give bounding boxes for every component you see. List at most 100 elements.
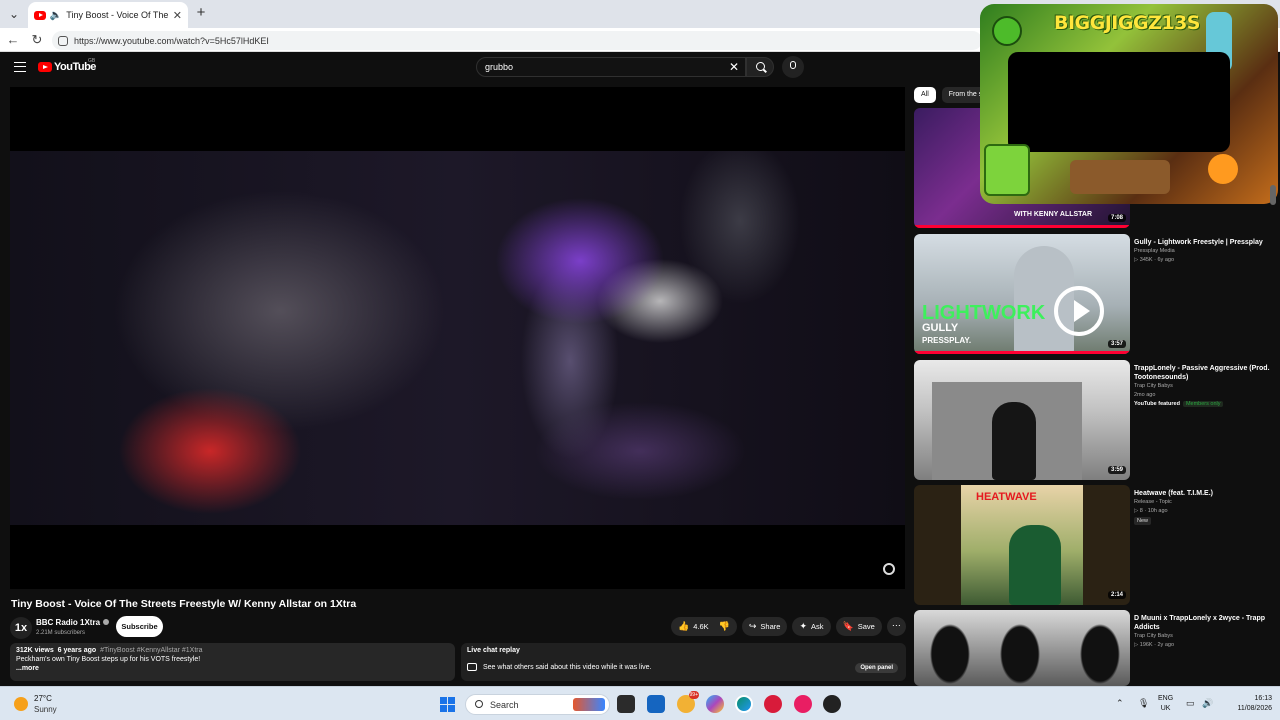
input-language[interactable]: ENG UK: [1158, 694, 1173, 714]
recommendation-title[interactable]: D Muuni x TrappLonely x 2wyce - Trapp Ad…: [1134, 614, 1274, 632]
speaker-icon[interactable]: 🔈: [50, 10, 62, 21]
open-panel-button[interactable]: Open panel: [855, 663, 898, 673]
address-bar[interactable]: https://www.youtube.com/watch?v=5Hc57lHd…: [52, 31, 982, 50]
thumbnail-artist: GULLY: [922, 322, 959, 334]
clear-search-icon[interactable]: ✕: [729, 60, 739, 74]
subscriber-count: 2.21M subscribers: [36, 630, 86, 636]
hashtags[interactable]: #TinyBoost #KennyAllstar #1Xtra: [100, 647, 202, 654]
copilot-icon[interactable]: [706, 695, 724, 713]
save-button[interactable]: 🔖 Save: [835, 617, 882, 636]
volume-icon[interactable]: 🔊: [1202, 698, 1213, 709]
upload-age: 6 years ago: [57, 647, 97, 654]
share-button[interactable]: ↪ Share: [741, 617, 788, 636]
recommendation-title[interactable]: Heatwave (feat. T.I.M.E.): [1134, 489, 1274, 498]
channel-watermark-icon: [883, 563, 895, 575]
thumbs-down-icon[interactable]: 👎: [719, 621, 730, 632]
video-thumbnail[interactable]: HEATWAVE 2:14: [914, 485, 1130, 605]
recommendation-title[interactable]: TrappLonely - Passive Aggressive (Prod. …: [1134, 364, 1274, 382]
live-chat-text-row: See what others said about this video wh…: [467, 663, 651, 671]
channel-name-wrap[interactable]: BBC Radio 1Xtra: [36, 618, 110, 627]
network-icon[interactable]: ▭: [1186, 698, 1195, 709]
search-box: ✕: [476, 57, 746, 77]
hamburger-menu-icon[interactable]: [14, 62, 26, 72]
recommendation-item[interactable]: LIGHTWORK GULLY PRESSPLAY. 3:57 Gully - …: [914, 234, 1274, 354]
description-more-link[interactable]: ...more: [16, 665, 449, 672]
play-circle-icon: [1054, 286, 1104, 336]
channel-avatar[interactable]: 1x: [10, 617, 32, 639]
browser-tab[interactable]: 🔈 Tiny Boost - Voice Of The Stre ✕: [28, 2, 188, 28]
audio-app-icon[interactable]: [794, 695, 812, 713]
pumpkin-icon: [1208, 154, 1238, 184]
subscribe-button[interactable]: Subscribe: [116, 616, 163, 637]
more-actions-icon[interactable]: ⋯: [886, 617, 906, 636]
edge-browser-icon[interactable]: [735, 695, 753, 713]
site-info-icon[interactable]: [58, 35, 68, 46]
search-input[interactable]: [485, 62, 715, 72]
live-chat-text: See what others said about this video wh…: [483, 663, 652, 671]
share-icon: ↪: [748, 621, 757, 631]
obs-app-icon[interactable]: [823, 695, 841, 713]
reload-icon[interactable]: ↻: [28, 31, 46, 49]
close-tab-icon[interactable]: ✕: [173, 9, 182, 22]
video-thumbnail[interactable]: LIGHTWORK GULLY PRESSPLAY. 3:57: [914, 234, 1130, 354]
video-player[interactable]: [10, 87, 905, 589]
taskbar-search[interactable]: Search: [465, 694, 610, 715]
clock-date: 11/08/2026: [1237, 705, 1272, 712]
new-tab-plus-icon[interactable]: +: [192, 4, 210, 22]
recommendation-title[interactable]: Gully - Lightwork Freestyle | Pressplay: [1134, 238, 1274, 247]
recommendation-badges: YouTube featured Members only: [1134, 401, 1224, 407]
recommendation-channel[interactable]: Pressplay Media: [1134, 248, 1175, 254]
page-scrollbar[interactable]: [1270, 185, 1276, 205]
task-view-icon[interactable]: [617, 695, 635, 713]
ask-label: Ask: [810, 622, 824, 631]
chip-all[interactable]: All: [914, 87, 936, 103]
tab-list-chevron-icon[interactable]: ⌄: [4, 4, 24, 24]
tray-chevron-up-icon[interactable]: ⌃: [1116, 698, 1124, 709]
weather-temperature[interactable]: 27°C: [34, 694, 52, 703]
description-meta: 312K views 6 years ago #TinyBoost #Kenny…: [16, 647, 449, 654]
search-button[interactable]: [746, 57, 774, 77]
tray-icon: [1070, 160, 1170, 194]
new-badge: New: [1134, 517, 1152, 525]
notifications-app-icon[interactable]: 99+: [677, 691, 699, 713]
recommendation-channel[interactable]: Trap City Babys: [1134, 383, 1173, 389]
lang-code: ENG: [1158, 695, 1174, 702]
weather-description[interactable]: Sunny: [34, 705, 57, 714]
recommendation-item[interactable]: 3:59 TrappLonely - Passive Aggressive (P…: [914, 360, 1274, 480]
duration-badge: 3:59: [1107, 466, 1126, 474]
video-thumbnail[interactable]: [914, 610, 1130, 686]
ask-button[interactable]: ✦ Ask: [792, 617, 831, 636]
recommendation-channel[interactable]: Trap City Babys: [1134, 633, 1173, 639]
recommendation-meta: ▷ 345K · 6y ago: [1134, 257, 1175, 263]
windows-start-icon[interactable]: [440, 697, 455, 712]
like-button[interactable]: 👍 4.6K 👎: [671, 617, 737, 636]
recommendation-item[interactable]: HEATWAVE 2:14 Heatwave (feat. T.I.M.E.) …: [914, 485, 1274, 605]
recommendation-channel[interactable]: Release - Topic: [1134, 499, 1172, 505]
cartoon-face-icon: [992, 16, 1022, 46]
like-count: 4.6K: [693, 622, 709, 631]
jar-icon: [984, 144, 1030, 196]
system-clock[interactable]: 16:13 11/08/2026: [1226, 694, 1272, 714]
sun-icon[interactable]: [14, 697, 28, 711]
url-text: https://www.youtube.com/watch?v=5Hc57lHd…: [74, 35, 269, 46]
description-box[interactable]: 312K views 6 years ago #TinyBoost #Kenny…: [10, 643, 455, 681]
watch-progress-bar: [914, 351, 1130, 354]
microphone-tray-icon[interactable]: 🎙: [1138, 698, 1149, 709]
live-chat-replay-box: Live chat replay See what others said ab…: [461, 643, 906, 681]
overlay-streamer-name: BIGGJIGGZ13S: [1054, 12, 1200, 34]
members-only-badge: Members only: [1182, 401, 1224, 407]
voice-search-button[interactable]: [782, 56, 804, 78]
search-highlight-image: [573, 698, 605, 711]
game-app-icon[interactable]: [764, 695, 782, 713]
youtube-logo[interactable]: YouTube GB: [38, 58, 96, 73]
youtube-play-logo-icon: [38, 62, 52, 72]
video-thumbnail[interactable]: 3:59: [914, 360, 1130, 480]
file-manager-icon[interactable]: [647, 695, 665, 713]
back-arrow-icon[interactable]: ←: [4, 31, 22, 49]
recommendation-item[interactable]: D Muuni x TrappLonely x 2wyce - Trapp Ad…: [914, 610, 1274, 686]
duration-badge: 3:57: [1107, 340, 1126, 348]
thumbs-up-icon: 👍: [678, 621, 690, 631]
thumbnail-people: [920, 624, 1124, 686]
video-actions: 👍 4.6K 👎 ↪ Share ✦ Ask 🔖 Save ⋯: [671, 617, 906, 636]
clock-time: 16:13: [1254, 695, 1272, 702]
